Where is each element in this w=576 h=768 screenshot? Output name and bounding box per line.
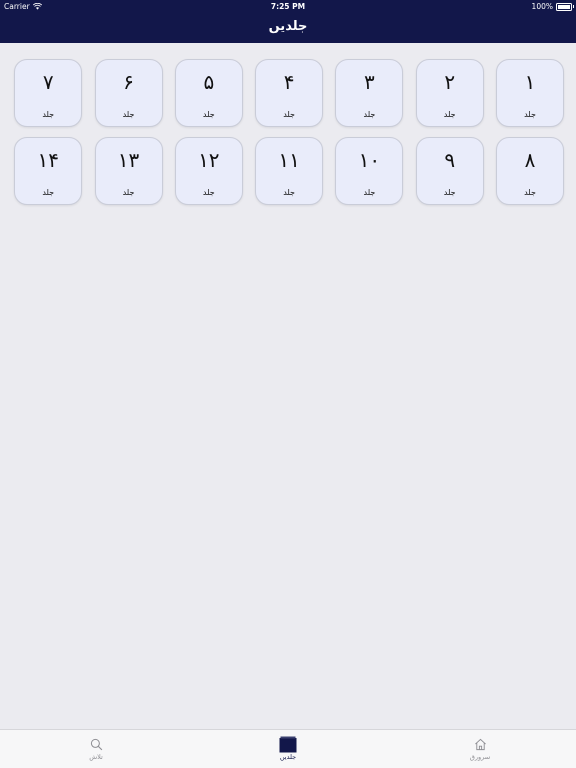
volume-number: ۷ [42, 70, 54, 94]
volume-tile[interactable]: ۷ جلد [14, 59, 83, 127]
tab-bar: تلاش جلدیں سرورق [0, 729, 576, 768]
volume-tile[interactable]: ۴ جلد [255, 59, 324, 127]
volume-number: ۴ [283, 70, 295, 94]
volume-label: جلد [443, 110, 456, 119]
volume-grid: ۱ جلد ۲ جلد ۳ جلد ۴ جلد ۵ جلد ۶ جلد ۷ جلد ۸ جلد ۹ جلد ۱۰ جل… [12, 59, 564, 205]
page-title: جلدیں [268, 19, 308, 34]
volume-label: جلد [202, 110, 215, 119]
volume-number: ۱۲ [198, 148, 220, 172]
volume-tile[interactable]: ۶ جلد [94, 59, 163, 127]
volume-tile[interactable]: ۲ جلد [415, 59, 484, 127]
status-time: 7:25 PM [270, 2, 306, 11]
volume-label: جلد [363, 188, 376, 197]
tab-home[interactable]: سرورق [440, 736, 520, 761]
volume-number: ۸ [524, 148, 536, 172]
battery-indicator: 100% [531, 2, 574, 11]
volume-label: جلد [283, 110, 295, 119]
volume-tile[interactable]: ۱۱ جلد [255, 137, 324, 205]
battery-percent: 100% [531, 2, 553, 11]
volume-label: جلد [122, 110, 135, 119]
tab-home-label: سرورق [469, 753, 491, 761]
volume-label: جلد [283, 188, 295, 197]
volume-number: ۳ [364, 70, 375, 94]
volume-label: جلد [443, 188, 456, 197]
volume-number: ۱۰ [358, 148, 381, 172]
volume-label: جلد [363, 110, 376, 119]
volume-label: جلد [122, 188, 135, 197]
volume-number: ۱۱ [278, 148, 300, 172]
volume-label: جلد [202, 188, 215, 197]
volume-number: ۲ [444, 70, 456, 94]
volume-tile[interactable]: ۱۳ جلد [94, 137, 163, 205]
volume-tile[interactable]: ۱ جلد [496, 59, 564, 127]
volume-tile[interactable]: ۸ جلد [496, 137, 564, 205]
volume-tile[interactable]: ۵ جلد [174, 59, 243, 127]
volume-number: ۱۳ [117, 148, 140, 172]
volume-label: جلد [42, 110, 55, 119]
status-bar: Carrier 7:25 PM 100% [0, 0, 576, 12]
volume-label: جلد [524, 188, 536, 197]
volume-number: ۹ [444, 148, 456, 172]
volume-label: جلد [42, 188, 55, 197]
volume-tile[interactable]: ۱۴ جلد [14, 137, 83, 205]
tab-volumes[interactable]: جلدیں [248, 736, 328, 761]
search-icon [90, 738, 102, 750]
tab-volumes-label: جلدیں [279, 753, 297, 761]
volume-tile[interactable]: ۱۲ جلد [174, 137, 243, 205]
volume-tile[interactable]: ۳ جلد [335, 59, 404, 127]
volume-number: ۱ [524, 70, 536, 94]
tab-search-label: تلاش [89, 753, 103, 761]
tab-search[interactable]: تلاش [56, 736, 136, 761]
navigation-bar: Carrier 7:25 PM 100% جلدیں [0, 0, 576, 43]
volume-number: ۱۴ [37, 148, 59, 172]
volume-label: جلد [524, 110, 536, 119]
book-icon [279, 736, 297, 752]
volume-number: ۵ [203, 70, 215, 94]
home-icon [474, 738, 486, 750]
battery-icon [556, 2, 574, 11]
volume-tile[interactable]: ۱۰ جلد [335, 137, 404, 205]
volume-number: ۶ [123, 70, 134, 94]
volume-tile[interactable]: ۹ جلد [415, 137, 484, 205]
